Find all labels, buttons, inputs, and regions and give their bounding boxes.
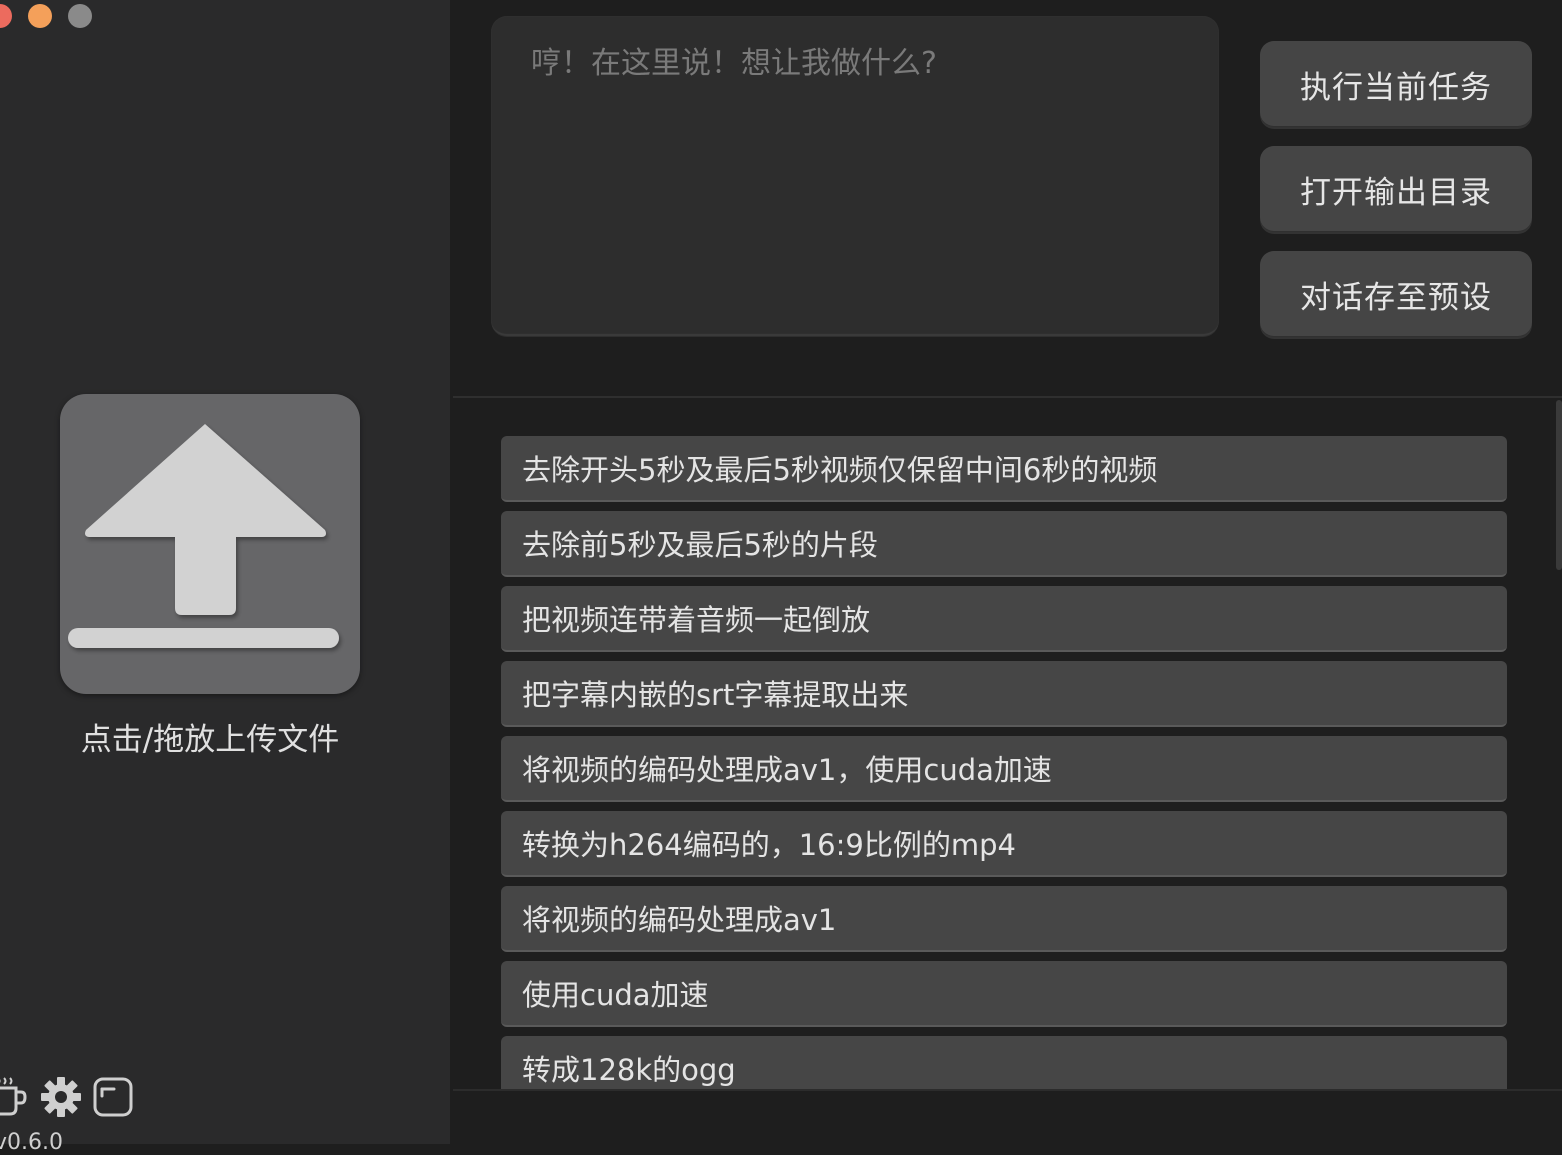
- save-preset-button[interactable]: 对话存至预设: [1260, 251, 1532, 337]
- preset-item[interactable]: 使用cuda加速: [501, 961, 1507, 1027]
- open-output-dir-button[interactable]: 打开输出目录: [1260, 146, 1532, 232]
- preset-list-scrollbar[interactable]: [1556, 400, 1562, 570]
- version-label: v0.6.0: [0, 1130, 63, 1155]
- run-task-button[interactable]: 执行当前任务: [1260, 41, 1532, 127]
- action-buttons: 执行当前任务 打开输出目录 对话存至预设: [1260, 41, 1532, 356]
- list-bottom-divider: [453, 1089, 1562, 1091]
- sidebar: 点击/拖放上传文件 v0.6.0: [0, 0, 450, 1155]
- prompt-input[interactable]: [531, 38, 1179, 312]
- preset-item[interactable]: 转换为h264编码的，16:9比例的mp4: [501, 811, 1507, 877]
- minimize-window-button[interactable]: [28, 4, 52, 28]
- main-panel: 执行当前任务 打开输出目录 对话存至预设 去除开头5秒及最后5秒视频仅保留中间6…: [450, 0, 1562, 1144]
- preset-item[interactable]: 把视频连带着音频一起倒放: [501, 586, 1507, 652]
- upload-dropzone[interactable]: [60, 394, 360, 694]
- upload-label: 点击/拖放上传文件: [80, 722, 340, 758]
- prompt-container: [491, 16, 1219, 336]
- preset-item[interactable]: 去除前5秒及最后5秒的片段: [501, 511, 1507, 577]
- preset-list: 去除开头5秒及最后5秒视频仅保留中间6秒的视频 去除前5秒及最后5秒的片段 把视…: [501, 436, 1507, 1090]
- preset-item[interactable]: 将视频的编码处理成av1: [501, 886, 1507, 952]
- gear-icon[interactable]: [40, 1076, 82, 1118]
- divider: [453, 396, 1562, 398]
- preset-item[interactable]: 把字幕内嵌的srt字幕提取出来: [501, 661, 1507, 727]
- zoom-window-button[interactable]: [68, 4, 92, 28]
- preset-item[interactable]: 转成128k的ogg: [501, 1036, 1507, 1090]
- window-icon[interactable]: [92, 1076, 134, 1118]
- window-controls: [0, 4, 92, 28]
- upload-arrow-icon: [68, 424, 339, 648]
- coffee-icon[interactable]: [0, 1076, 30, 1118]
- bottom-toolbar: [0, 1076, 134, 1118]
- preset-item[interactable]: 去除开头5秒及最后5秒视频仅保留中间6秒的视频: [501, 436, 1507, 502]
- preset-item[interactable]: 将视频的编码处理成av1，使用cuda加速: [501, 736, 1507, 802]
- close-window-button[interactable]: [0, 4, 12, 28]
